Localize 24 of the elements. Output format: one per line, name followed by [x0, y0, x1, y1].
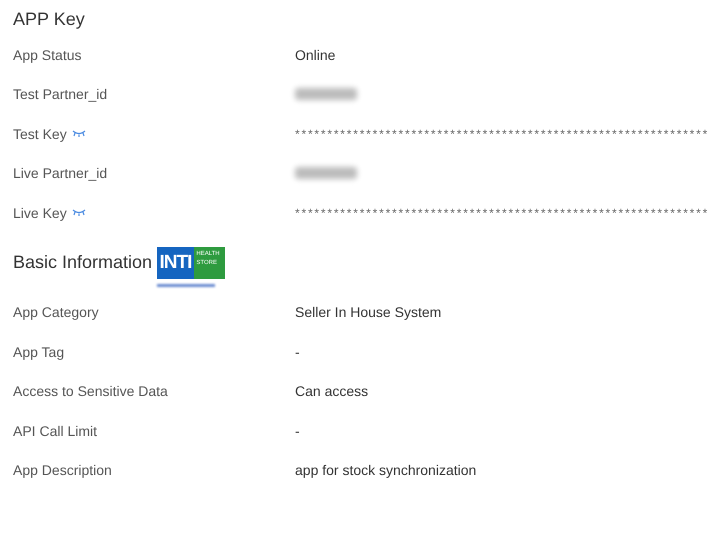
- field-label: Access to Sensitive Data: [13, 383, 168, 400]
- field-label: Live Partner_id: [13, 165, 108, 182]
- field-label: App Category: [13, 304, 99, 320]
- field-value: app for stock synchronization: [295, 462, 476, 478]
- blurred-value: [295, 167, 357, 180]
- field-value: -: [295, 344, 300, 360]
- field-value: Seller In House System: [295, 304, 442, 320]
- section-title: Basic Information: [13, 250, 152, 274]
- section-title: APP Key: [13, 8, 85, 31]
- blurred-value: [295, 88, 357, 100]
- field-label: API Call Limit: [13, 422, 98, 439]
- field-value: Online: [295, 46, 336, 63]
- field-label: Live Key: [13, 204, 67, 221]
- field-label: App Description: [13, 462, 112, 478]
- field-label: App Tag: [13, 344, 64, 360]
- field-label: App Status: [13, 46, 82, 63]
- masked-key: ****************************************************************: [295, 126, 710, 141]
- field-label: Test Partner_id: [13, 86, 108, 102]
- field-value: -: [295, 422, 300, 439]
- eye-closed-icon[interactable]: [72, 130, 86, 138]
- field-label: Test Key: [13, 126, 67, 142]
- eye-closed-icon[interactable]: [72, 209, 86, 216]
- masked-key: ****************************************************************: [295, 206, 710, 220]
- field-value: Can access: [295, 383, 368, 400]
